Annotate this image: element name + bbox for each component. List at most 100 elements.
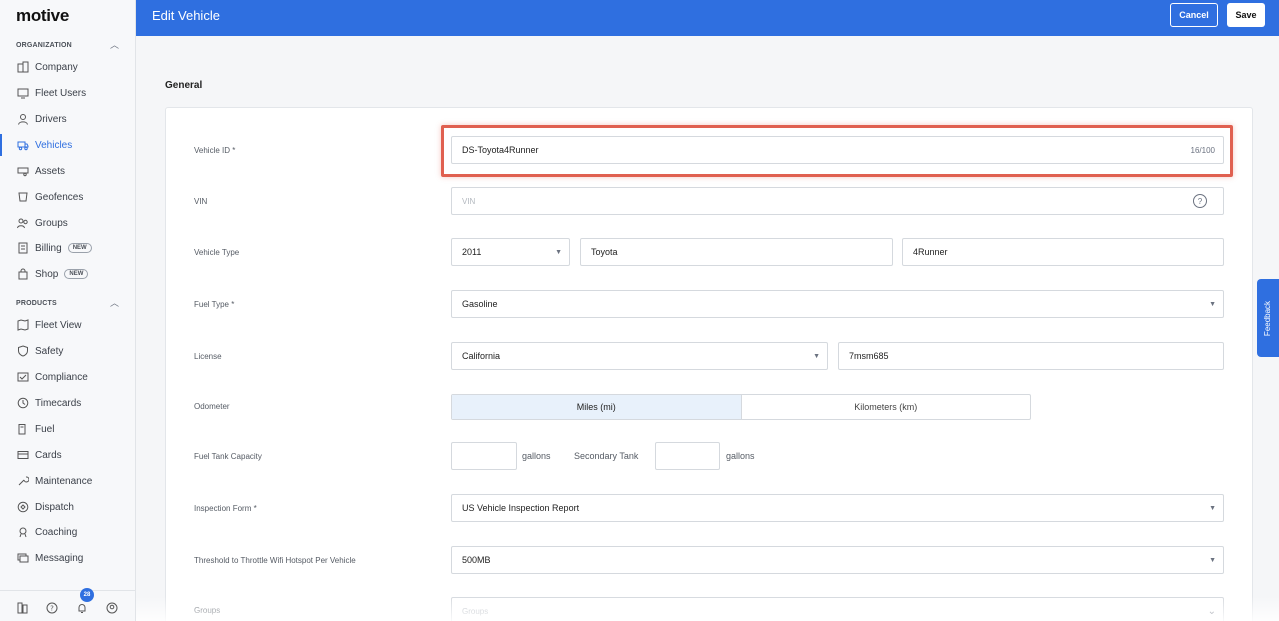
feedback-tab[interactable]: Feedback — [1257, 279, 1279, 357]
sidebar-item-shop[interactable]: Shop NEW — [0, 263, 135, 285]
sidebar-item-label: Vehicles — [35, 139, 73, 151]
map-icon — [17, 319, 29, 331]
sidebar-item-fleet-view[interactable]: Fleet View — [0, 314, 135, 336]
sidebar-item-label: Messaging — [35, 552, 84, 564]
sidebar-item-label: Fleet Users — [35, 87, 87, 99]
kilometers-option[interactable]: Kilometers (km) — [742, 395, 1031, 419]
bag-icon — [17, 268, 29, 280]
notification-count-badge: 28 — [80, 588, 94, 602]
clock-icon — [17, 397, 29, 409]
miles-option[interactable]: Miles (mi) — [452, 395, 742, 419]
secondary-tank-unit: gallons — [726, 451, 755, 461]
dropdown-caret-icon: ▼ — [1209, 300, 1216, 308]
account-icon[interactable] — [106, 601, 118, 614]
sidebar-item-label: Fleet View — [35, 319, 82, 331]
sidebar-item-label: Dispatch — [35, 501, 74, 513]
shield-icon — [17, 345, 29, 357]
groups-select[interactable]: Groups ⌄ — [451, 597, 1224, 621]
vin-input[interactable]: VIN ? — [451, 187, 1224, 215]
save-button[interactable]: Save — [1227, 3, 1265, 27]
sidebar-item-groups[interactable]: Groups — [0, 212, 135, 234]
sidebar: motive ORGANIZATION ︿ Company Fleet User… — [0, 0, 136, 621]
sidebar-item-timecards[interactable]: Timecards — [0, 392, 135, 414]
make-value: Toyota — [591, 247, 618, 257]
sidebar-item-label: Shop — [35, 268, 59, 280]
sidebar-item-label: Geofences — [35, 191, 84, 203]
year-select[interactable]: 2011 ▼ — [451, 238, 570, 266]
chevron-down-icon: ⌄ — [1207, 605, 1216, 617]
vehicle-id-input[interactable]: DS-Toyota4Runner 16/100 — [451, 136, 1224, 164]
sidebar-item-dispatch[interactable]: Dispatch — [0, 496, 135, 518]
chevron-up-icon[interactable]: ︿ — [110, 296, 119, 309]
dropdown-caret-icon: ▼ — [1209, 556, 1216, 564]
card-icon — [17, 449, 29, 461]
license-plate-input[interactable]: 7msm685 — [838, 342, 1224, 370]
year-value: 2011 — [462, 247, 482, 257]
fuel-tank-label: Fuel Tank Capacity — [194, 452, 262, 461]
bell-icon[interactable] — [76, 601, 88, 613]
compliance-icon — [17, 371, 29, 383]
organization-section-label: ORGANIZATION — [16, 42, 72, 49]
library-icon[interactable] — [17, 601, 29, 614]
chevron-up-icon[interactable]: ︿ — [110, 38, 119, 51]
fuel-type-select[interactable]: Gasoline ▼ — [451, 290, 1224, 318]
sidebar-item-label: Cards — [35, 449, 62, 461]
groups-placeholder: Groups — [462, 606, 489, 616]
inspection-form-label: Inspection Form * — [194, 504, 257, 513]
odometer-unit-toggle: Miles (mi) Kilometers (km) — [451, 394, 1031, 420]
motive-logo[interactable]: motive — [16, 6, 69, 26]
sidebar-item-compliance[interactable]: Compliance — [0, 366, 135, 388]
dropdown-caret-icon: ▼ — [555, 248, 562, 256]
billing-icon — [17, 242, 29, 254]
throttle-label: Threshold to Throttle Wifi Hotspot Per V… — [194, 556, 356, 565]
new-badge: NEW — [67, 243, 92, 253]
vin-placeholder: VIN — [462, 196, 476, 206]
sidebar-item-fleet-users[interactable]: Fleet Users — [0, 82, 135, 104]
dispatch-icon — [17, 501, 29, 513]
license-state-value: California — [462, 351, 501, 361]
svg-text:?: ? — [50, 605, 54, 613]
new-badge: NEW — [64, 269, 89, 279]
cancel-button[interactable]: Cancel — [1170, 3, 1218, 27]
inspection-form-value: US Vehicle Inspection Report — [462, 503, 580, 513]
help-icon[interactable]: ? — [1193, 194, 1207, 208]
inspection-form-select[interactable]: US Vehicle Inspection Report ▼ — [451, 494, 1224, 522]
vehicle-id-label: Vehicle ID * — [194, 146, 236, 155]
sidebar-item-label: Compliance — [35, 371, 88, 383]
sidebar-item-safety[interactable]: Safety — [0, 340, 135, 362]
char-counter: 16/100 — [1190, 145, 1215, 155]
sidebar-item-label: Groups — [35, 217, 68, 229]
odometer-label: Odometer — [194, 402, 230, 411]
vehicle-id-value: DS-Toyota4Runner — [462, 145, 539, 155]
sidebar-item-geofences[interactable]: Geofences — [0, 186, 135, 208]
sidebar-item-billing[interactable]: Billing NEW — [0, 237, 135, 259]
sidebar-item-vehicles[interactable]: Vehicles — [0, 134, 135, 156]
feedback-label: Feedback — [1263, 300, 1273, 336]
sidebar-item-drivers[interactable]: Drivers — [0, 108, 135, 130]
wrench-icon — [17, 475, 29, 487]
sidebar-item-coaching[interactable]: Coaching — [0, 521, 135, 543]
model-value: 4Runner — [913, 247, 948, 257]
model-input[interactable]: 4Runner — [902, 238, 1224, 266]
section-title: General — [165, 80, 203, 91]
dropdown-caret-icon: ▼ — [813, 352, 820, 360]
coaching-icon — [17, 526, 29, 538]
make-input[interactable]: Toyota — [580, 238, 893, 266]
sidebar-item-assets[interactable]: Assets — [0, 160, 135, 182]
sidebar-item-maintenance[interactable]: Maintenance — [0, 470, 135, 492]
secondary-tank-input[interactable] — [655, 442, 720, 470]
sidebar-item-fuel[interactable]: Fuel — [0, 418, 135, 440]
sidebar-item-messaging[interactable]: Messaging — [0, 547, 135, 569]
monitor-icon — [17, 87, 29, 99]
sidebar-item-cards[interactable]: Cards — [0, 444, 135, 466]
license-label: License — [194, 352, 222, 361]
sidebar-item-company[interactable]: Company — [0, 56, 135, 78]
throttle-select[interactable]: 500MB ▼ — [451, 546, 1224, 574]
help-icon[interactable]: ? — [46, 601, 58, 614]
page-title: Edit Vehicle — [152, 8, 220, 23]
sidebar-item-label: Drivers — [35, 113, 67, 125]
vehicle-type-label: Vehicle Type — [194, 248, 240, 257]
license-plate-value: 7msm685 — [849, 351, 889, 361]
fuel-tank-input[interactable] — [451, 442, 517, 470]
license-state-select[interactable]: California ▼ — [451, 342, 828, 370]
